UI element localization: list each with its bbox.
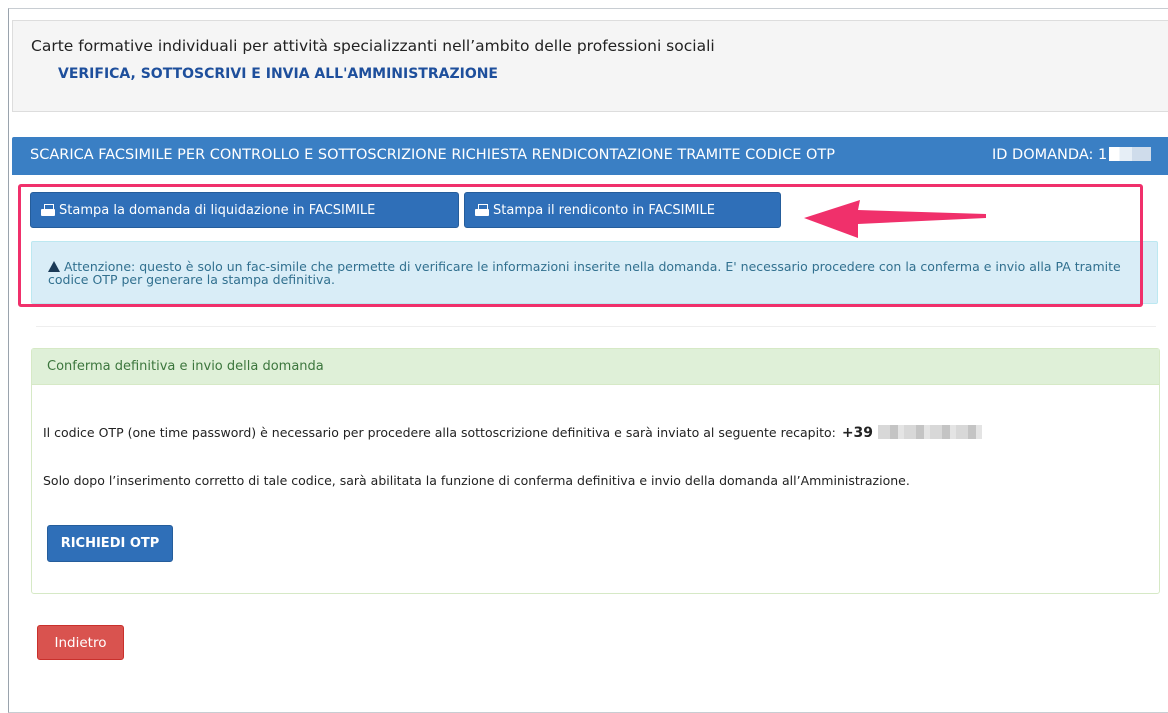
print-icon xyxy=(41,203,55,217)
annotation-arrow-icon xyxy=(804,200,986,238)
print-report-label: Stampa il rendiconto in FACSIMILE xyxy=(493,202,715,218)
warning-icon xyxy=(48,261,60,272)
section-title: SCARICA FACSIMILE PER CONTROLLO E SOTTOS… xyxy=(30,147,835,163)
print-icon xyxy=(475,203,489,217)
otp-info-label: Il codice OTP (one time password) è nece… xyxy=(43,425,836,440)
confirm-panel: Conferma definitiva e invio della domand… xyxy=(31,348,1160,594)
application-id-label: ID DOMANDA: 1 xyxy=(992,147,1108,163)
print-application-label: Stampa la domanda di liquidazione in FAC… xyxy=(59,202,376,218)
redacted-id-block xyxy=(1109,147,1152,161)
phone-prefix: +39 xyxy=(841,425,874,441)
redacted-phone-number xyxy=(878,425,983,439)
program-subtitle: Carte formative individuali per attività… xyxy=(31,37,715,55)
back-button[interactable]: Indietro xyxy=(37,625,124,660)
alert-text: Attenzione: questo è solo un fac-simile … xyxy=(48,259,1121,287)
facsimile-warning-alert: Attenzione: questo è solo un fac-simile … xyxy=(31,241,1158,304)
divider xyxy=(36,326,1156,327)
otp-enable-text: Solo dopo l’inserimento corretto di tale… xyxy=(43,473,910,488)
print-application-facsimile-button[interactable]: Stampa la domanda di liquidazione in FAC… xyxy=(30,192,459,228)
confirm-panel-heading: Conferma definitiva e invio della domand… xyxy=(32,349,1159,385)
section-header-bar: SCARICA FACSIMILE PER CONTROLLO E SOTTOS… xyxy=(12,137,1168,175)
page-title: VERIFICA, SOTTOSCRIVI E INVIA ALL'AMMINI… xyxy=(58,66,498,82)
request-otp-button[interactable]: RICHIEDI OTP xyxy=(47,525,173,562)
otp-info-text: Il codice OTP (one time password) è nece… xyxy=(43,425,983,441)
page-header: Carte formative individuali per attività… xyxy=(12,20,1168,112)
application-id: ID DOMANDA: 1 xyxy=(992,147,1152,163)
print-report-facsimile-button[interactable]: Stampa il rendiconto in FACSIMILE xyxy=(464,192,781,228)
